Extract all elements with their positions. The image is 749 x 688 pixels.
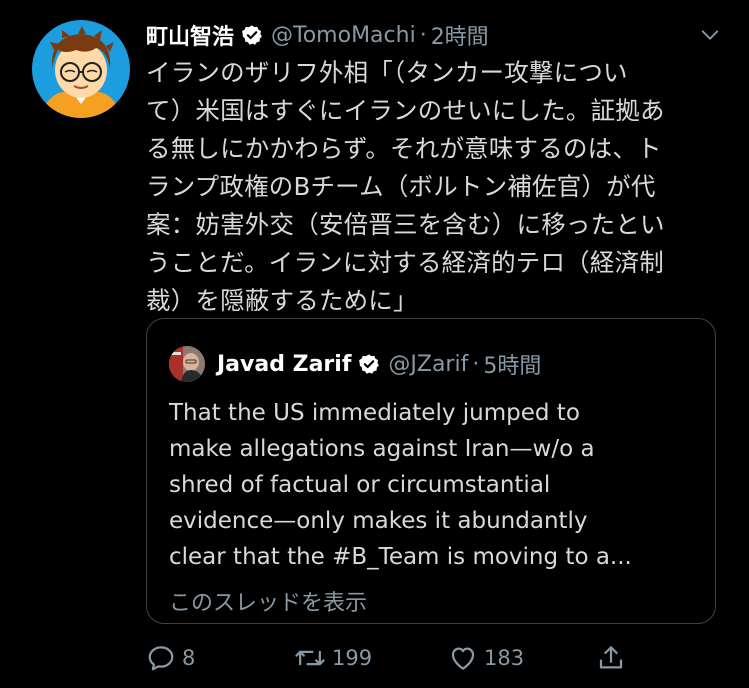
- reply-icon: [148, 646, 174, 671]
- quoted-tweet-header: Javad Zarif @JZarif · 5時間: [217, 347, 541, 381]
- separator-dot: ·: [419, 22, 427, 48]
- reply-count: 8: [182, 646, 196, 670]
- tweet-timestamp[interactable]: 2時間: [431, 19, 489, 51]
- author-display-name[interactable]: 町山智浩: [146, 19, 234, 51]
- share-icon: [599, 646, 623, 669]
- chevron-down-icon[interactable]: [699, 24, 721, 46]
- quoted-author-handle: @JZarif: [388, 351, 469, 377]
- share-button[interactable]: [596, 640, 632, 676]
- tweet-action-bar: 8 199 183: [146, 640, 706, 676]
- like-button[interactable]: 183: [448, 640, 524, 676]
- retweet-icon: [295, 650, 325, 666]
- quoted-tweet-text: That the US immediately jumped to make a…: [169, 400, 632, 570]
- verified-badge-icon: [241, 24, 263, 46]
- quoted-author-display-name: Javad Zarif: [217, 351, 352, 377]
- quoted-tweet-card[interactable]: Javad Zarif @JZarif · 5時間 That the US im…: [146, 318, 716, 624]
- author-avatar[interactable]: [32, 20, 130, 118]
- separator-dot: ·: [472, 351, 480, 377]
- author-handle[interactable]: @TomoMachi: [271, 23, 416, 48]
- retweet-count: 199: [332, 646, 373, 670]
- reply-button[interactable]: 8: [146, 640, 195, 676]
- retweet-button[interactable]: 199: [294, 640, 372, 676]
- verified-badge-icon: [358, 353, 380, 375]
- quoted-tweet-timestamp: 5時間: [483, 354, 542, 379]
- like-count: 183: [484, 646, 525, 670]
- heart-icon: [451, 647, 475, 670]
- show-thread-link[interactable]: このスレッドを表示: [169, 585, 367, 617]
- tweet-header: 町山智浩 @TomoMachi · 2時間: [146, 18, 489, 52]
- quoted-author-avatar: [169, 346, 205, 382]
- tweet-text: イランのザリフ外相「（タンカー攻撃につい て）米国はすぐにイランのせいにした。証…: [146, 58, 665, 315]
- tweet[interactable]: 町山智浩 @TomoMachi · 2時間 イランのザリフ外相「（タンカー攻撃に…: [0, 0, 749, 688]
